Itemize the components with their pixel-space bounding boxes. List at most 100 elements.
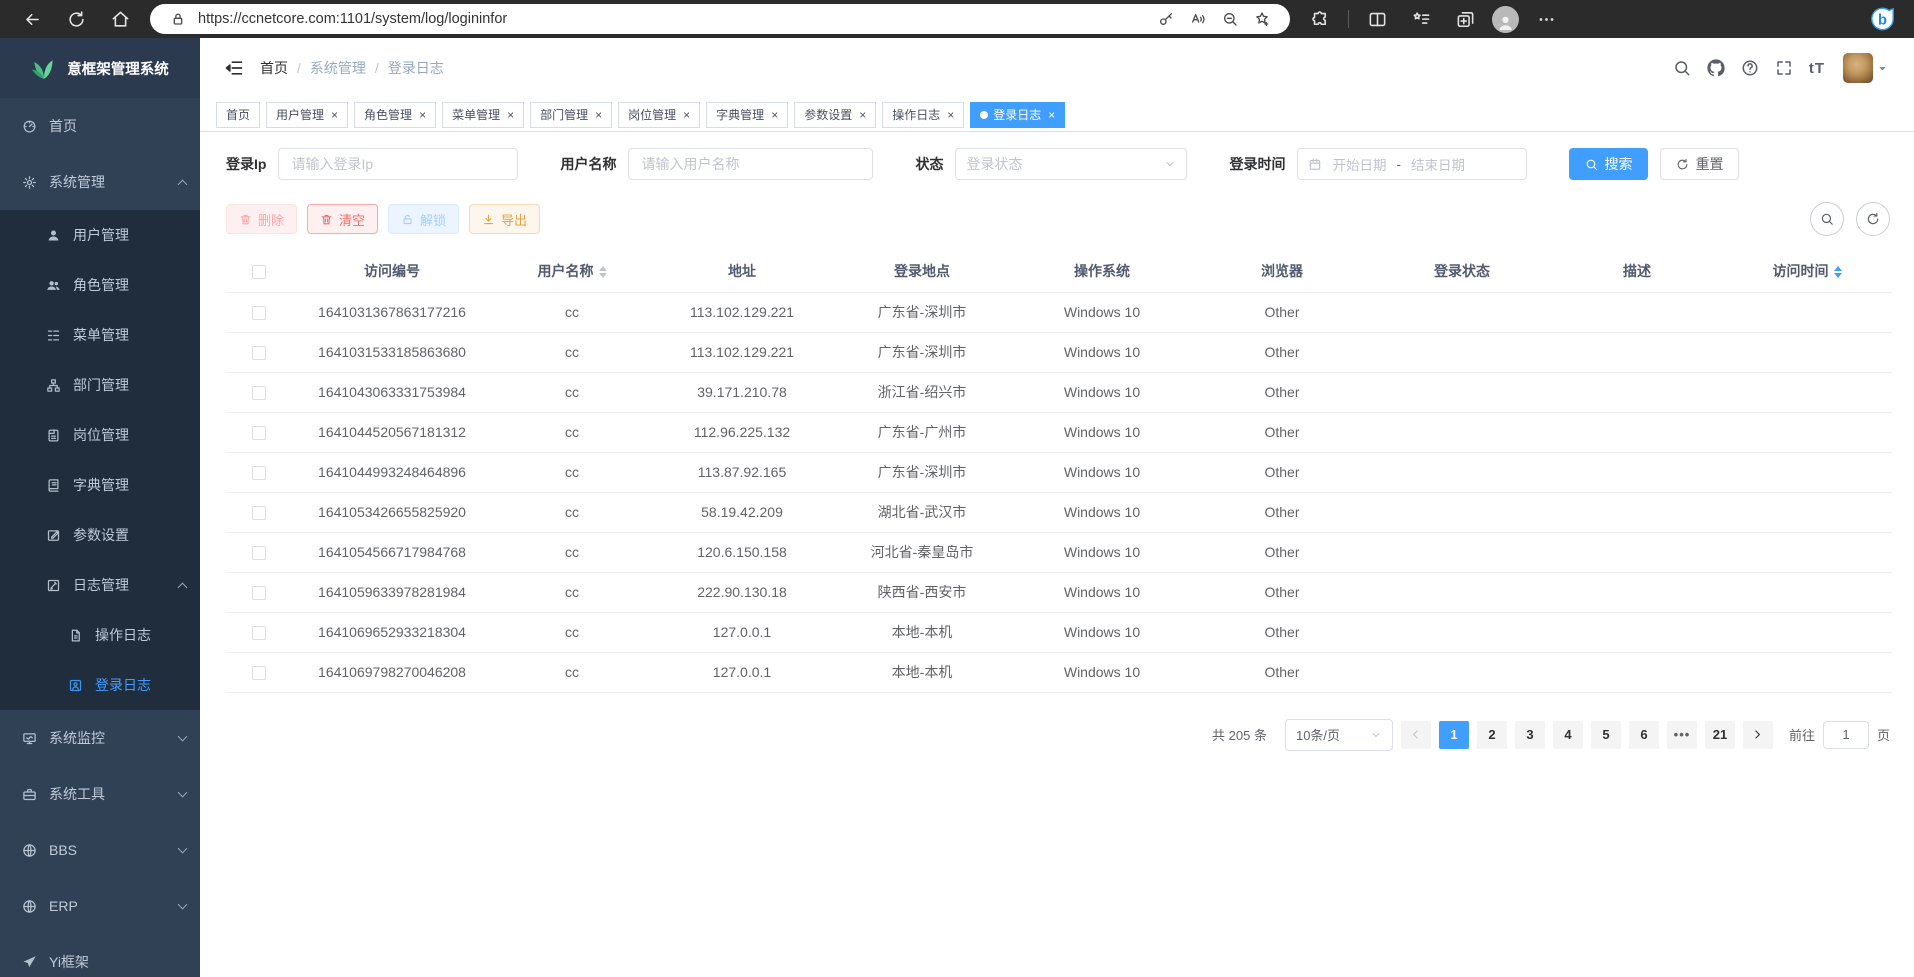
- font-size-icon[interactable]: tT: [1809, 60, 1825, 77]
- help-icon[interactable]: [1741, 59, 1759, 77]
- sidebar-item[interactable]: 首页: [0, 98, 200, 154]
- close-icon[interactable]: ×: [419, 108, 426, 122]
- address-bar[interactable]: https://ccnetcore.com:1101/system/log/lo…: [150, 4, 1290, 34]
- export-button[interactable]: 导出: [469, 204, 540, 234]
- back-icon[interactable]: [15, 3, 49, 35]
- refresh-page-icon[interactable]: [59, 3, 93, 35]
- url-text[interactable]: https://ccnetcore.com:1101/system/log/lo…: [198, 11, 507, 27]
- page-button[interactable]: •••: [1667, 721, 1697, 749]
- refresh-table-button[interactable]: [1856, 202, 1890, 236]
- unlock-button[interactable]: 解锁: [388, 204, 459, 234]
- table-row[interactable]: 1641044993248464896 cc 113.87.92.165 广东省…: [226, 452, 1892, 492]
- next-page-button[interactable]: [1743, 721, 1773, 749]
- favorites-icon[interactable]: [1404, 3, 1438, 35]
- search-icon[interactable]: [1673, 59, 1691, 77]
- column-header-visit-time[interactable]: 访问时间: [1722, 250, 1892, 292]
- close-icon[interactable]: ×: [859, 108, 866, 122]
- tab[interactable]: 部门管理 ×: [530, 102, 612, 128]
- row-checkbox[interactable]: [252, 466, 266, 480]
- clear-button[interactable]: 清空: [307, 204, 378, 234]
- goto-page-input[interactable]: [1823, 721, 1869, 749]
- sidebar-item[interactable]: 系统工具: [0, 766, 200, 822]
- user-name-input[interactable]: [628, 148, 873, 180]
- tab[interactable]: 角色管理 ×: [354, 102, 436, 128]
- sidebar-item[interactable]: BBS: [0, 822, 200, 878]
- sidebar-item[interactable]: 字典管理: [0, 460, 200, 510]
- search-button[interactable]: 搜索: [1569, 148, 1648, 180]
- tab[interactable]: 参数设置 ×: [794, 102, 876, 128]
- date-range-picker[interactable]: 开始日期 - 结束日期: [1297, 148, 1527, 180]
- row-checkbox[interactable]: [252, 666, 266, 680]
- page-button[interactable]: 3: [1515, 721, 1545, 749]
- sidebar-item[interactable]: 系统管理: [0, 154, 200, 210]
- table-row[interactable]: 1641044520567181312 cc 112.96.225.132 广东…: [226, 412, 1892, 452]
- page-button[interactable]: 6: [1629, 721, 1659, 749]
- sidebar-item[interactable]: 部门管理: [0, 360, 200, 410]
- row-checkbox[interactable]: [252, 546, 266, 560]
- close-icon[interactable]: ×: [683, 108, 690, 122]
- close-icon[interactable]: ×: [331, 108, 338, 122]
- table-row[interactable]: 1641031533185863680 cc 113.102.129.221 广…: [226, 332, 1892, 372]
- tab[interactable]: 用户管理 ×: [266, 102, 348, 128]
- login-ip-input[interactable]: [278, 148, 518, 180]
- reset-button[interactable]: 重置: [1660, 148, 1739, 180]
- toggle-search-button[interactable]: [1810, 202, 1844, 236]
- row-checkbox[interactable]: [252, 346, 266, 360]
- breadcrumb-item[interactable]: 系统管理: [288, 58, 366, 78]
- caret-down-icon[interactable]: [1877, 63, 1888, 74]
- tab[interactable]: 登录日志 ×: [970, 102, 1065, 128]
- page-button[interactable]: 2: [1477, 721, 1507, 749]
- row-checkbox[interactable]: [252, 426, 266, 440]
- row-checkbox[interactable]: [252, 386, 266, 400]
- close-icon[interactable]: ×: [947, 108, 954, 122]
- github-icon[interactable]: [1707, 59, 1725, 77]
- sidebar-item[interactable]: 系统监控: [0, 710, 200, 766]
- close-icon[interactable]: ×: [507, 108, 514, 122]
- sidebar-item[interactable]: 岗位管理: [0, 410, 200, 460]
- zoom-out-icon[interactable]: [1222, 11, 1238, 27]
- table-row[interactable]: 1641054566717984768 cc 120.6.150.158 河北省…: [226, 532, 1892, 572]
- page-button[interactable]: 21: [1705, 721, 1735, 749]
- fullscreen-icon[interactable]: [1775, 59, 1793, 77]
- more-options-icon[interactable]: [1529, 3, 1563, 35]
- table-row[interactable]: 1641031367863177216 cc 113.102.129.221 广…: [226, 292, 1892, 332]
- home-icon[interactable]: [103, 3, 137, 35]
- tab[interactable]: 操作日志 ×: [882, 102, 964, 128]
- sidebar-item[interactable]: 操作日志: [0, 610, 200, 660]
- page-size-select[interactable]: 10条/页: [1285, 719, 1393, 751]
- sort-icons[interactable]: [599, 266, 607, 278]
- sidebar-item[interactable]: Yi框架: [0, 934, 200, 977]
- close-icon[interactable]: ×: [771, 108, 778, 122]
- sidebar-item[interactable]: 日志管理: [0, 560, 200, 610]
- column-header-user-name[interactable]: 用户名称: [492, 250, 652, 292]
- select-all-checkbox[interactable]: [252, 265, 266, 279]
- delete-button[interactable]: 删除: [226, 204, 297, 234]
- close-icon[interactable]: ×: [1048, 108, 1055, 122]
- lock-icon[interactable]: [170, 11, 186, 27]
- close-icon[interactable]: ×: [595, 108, 602, 122]
- table-row[interactable]: 1641059633978281984 cc 222.90.130.18 陕西省…: [226, 572, 1892, 612]
- table-row[interactable]: 1641069652933218304 cc 127.0.0.1 本地-本机 W…: [226, 612, 1892, 652]
- table-row[interactable]: 1641053426655825920 cc 58.19.42.209 湖北省-…: [226, 492, 1892, 532]
- sidebar-item[interactable]: 登录日志: [0, 660, 200, 710]
- row-checkbox[interactable]: [252, 586, 266, 600]
- sidebar-item[interactable]: 参数设置: [0, 510, 200, 560]
- prev-page-button[interactable]: [1401, 721, 1431, 749]
- page-button[interactable]: 4: [1553, 721, 1583, 749]
- tab[interactable]: 菜单管理 ×: [442, 102, 524, 128]
- status-select[interactable]: 登录状态: [955, 148, 1187, 180]
- sidebar-item[interactable]: 角色管理: [0, 260, 200, 310]
- tab[interactable]: 字典管理 ×: [706, 102, 788, 128]
- browser-profile-avatar[interactable]: [1492, 6, 1519, 33]
- page-button[interactable]: 5: [1591, 721, 1621, 749]
- favorite-add-icon[interactable]: [1254, 11, 1270, 27]
- read-aloud-icon[interactable]: [1190, 11, 1206, 27]
- page-button[interactable]: 1: [1439, 721, 1469, 749]
- tab[interactable]: 首页 ×: [216, 102, 260, 128]
- table-row[interactable]: 1641043063331753984 cc 39.171.210.78 浙江省…: [226, 372, 1892, 412]
- sidebar-item[interactable]: 用户管理: [0, 210, 200, 260]
- row-checkbox[interactable]: [252, 626, 266, 640]
- row-checkbox[interactable]: [252, 306, 266, 320]
- breadcrumb-item[interactable]: 登录日志: [366, 58, 444, 78]
- sidebar-item[interactable]: 菜单管理: [0, 310, 200, 360]
